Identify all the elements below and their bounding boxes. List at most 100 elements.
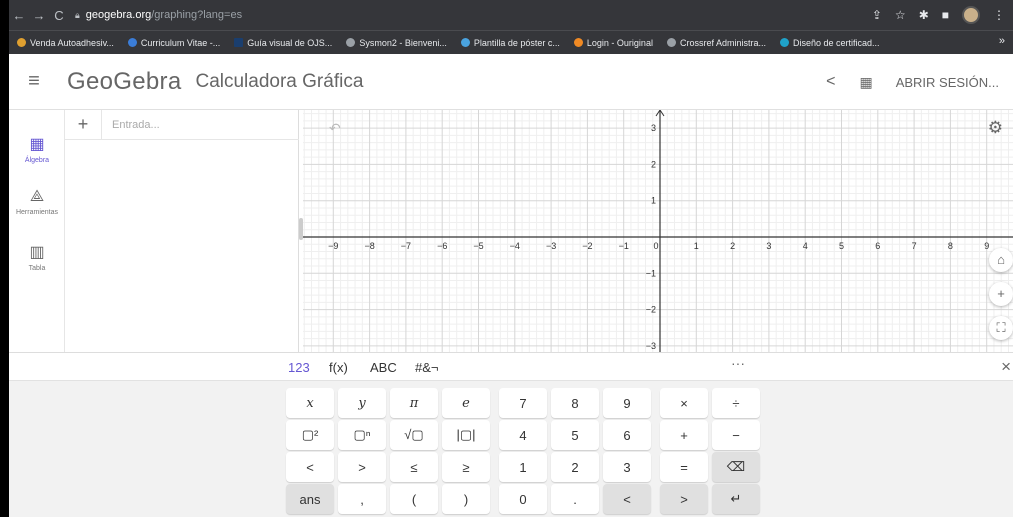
tab-functions[interactable]: f(x) [329, 360, 348, 375]
x-tick-label: 4 [803, 241, 808, 251]
url-host: geogebra.org [85, 9, 152, 21]
key-open-paren[interactable]: ( [390, 484, 438, 514]
x-tick-label: −4 [510, 241, 520, 251]
bookmark-item[interactable]: Guía visual de OJS... [234, 38, 332, 48]
gear-icon[interactable]: ⚙ [988, 118, 1003, 138]
key-right-arrow[interactable]: > [660, 484, 708, 514]
key-8[interactable]: 8 [551, 388, 599, 418]
tab-search-icon[interactable]: ■ [942, 8, 949, 22]
key-ans[interactable]: ans [286, 484, 334, 514]
bookmark-favicon-icon [666, 38, 676, 47]
share-page-icon[interactable]: ⇪ [872, 8, 882, 22]
key-divide[interactable]: ÷ [712, 388, 760, 418]
key-enter[interactable]: ↵ [712, 484, 760, 514]
key-6[interactable]: 6 [603, 420, 651, 450]
hamburger-icon[interactable]: ≡ [9, 70, 59, 93]
key-9[interactable]: 9 [603, 388, 651, 418]
bookmark-item[interactable]: Sysmon2 - Bienveni... [346, 38, 447, 48]
key-equals[interactable]: = [660, 452, 708, 482]
tools-icon: ⟁ [29, 188, 45, 205]
algebra-input-row: + [65, 109, 299, 140]
tab-letters[interactable]: ABC [370, 360, 397, 375]
home-icon[interactable]: ⌂ [989, 248, 1013, 272]
key-comma[interactable]: , [338, 484, 386, 514]
x-tick-label: 5 [839, 241, 844, 251]
key-y[interactable]: y [338, 388, 386, 418]
key-x[interactable]: x [286, 388, 334, 418]
back-icon[interactable]: ← [9, 8, 29, 23]
key-pi[interactable]: π [390, 388, 438, 418]
apps-grid-icon[interactable]: ▦ [859, 74, 872, 91]
key-4[interactable]: 4 [499, 420, 547, 450]
key-minus[interactable]: − [712, 420, 760, 450]
key-square[interactable]: ▢² [286, 420, 334, 450]
key-e[interactable]: e [442, 388, 490, 418]
y-tick-label: −3 [646, 341, 656, 351]
close-icon[interactable]: × [1001, 357, 1011, 377]
key-greater-equal[interactable]: ≥ [442, 452, 490, 482]
key-abs[interactable]: |▢| [442, 420, 490, 450]
tab-symbols[interactable]: #&¬ [415, 360, 439, 375]
key-left-arrow[interactable]: < [603, 484, 651, 514]
fullscreen-icon[interactable]: ⛶ [989, 316, 1013, 340]
browser-menu-icon[interactable]: ⋮ [993, 8, 1005, 22]
key-plus[interactable]: + [660, 420, 708, 450]
bookmark-favicon-icon [17, 38, 26, 47]
bookmark-star-icon[interactable]: ☆ [895, 8, 906, 22]
forward-icon[interactable]: → [29, 8, 49, 23]
key-0[interactable]: 0 [499, 484, 547, 514]
x-tick-label: 0 [653, 241, 658, 251]
x-tick-label: −1 [619, 241, 629, 251]
extensions-icon[interactable]: ✱ [919, 8, 929, 22]
zoom-in-icon[interactable]: + [989, 282, 1013, 306]
share-icon[interactable]: < [826, 73, 835, 91]
key-less[interactable]: < [286, 452, 334, 482]
bookmark-item[interactable]: Curriculum Vitae -... [127, 38, 220, 48]
app-title: Calculadora Gráfica [195, 70, 364, 92]
add-button[interactable]: + [65, 114, 101, 135]
key-backspace[interactable]: ⌫ [712, 452, 760, 482]
reload-icon[interactable]: C [49, 8, 69, 23]
key-less-equal[interactable]: ≤ [390, 452, 438, 482]
key-greater[interactable]: > [338, 452, 386, 482]
y-tick-label: 3 [651, 123, 656, 133]
bookmark-item[interactable]: Diseño de certificad... [779, 38, 880, 48]
calculator-icon: ▦ [29, 136, 45, 153]
key-2[interactable]: 2 [551, 452, 599, 482]
graphics-view[interactable]: −9 −8 −7 −6 −5 −4 −3 −2 −1 0 1 2 3 4 5 6 7 8 9 3 2 1 −1 −2 −3 ↶ … [303, 110, 1013, 352]
bookmark-favicon-icon [779, 38, 789, 47]
bookmarks-more-button[interactable]: » [999, 35, 1005, 47]
bookmark-favicon-icon [127, 38, 137, 47]
sidebar-item-tools[interactable]: ⟁ Herramientas [9, 188, 65, 216]
geogebra-logo: GeoGebra [67, 67, 182, 95]
sidebar-item-algebra[interactable]: ▦ Álgebra [9, 134, 65, 164]
tab-numbers[interactable]: 123 [288, 360, 310, 375]
key-sqrt[interactable]: √▢ [390, 420, 438, 450]
x-tick-label: −3 [546, 241, 556, 251]
url-path: /graphing?lang=es [151, 9, 243, 21]
key-7[interactable]: 7 [499, 388, 547, 418]
table-icon: ▥ [29, 244, 45, 261]
more-icon[interactable]: ··· [731, 355, 745, 371]
address-bar[interactable]: 🔒︎ geogebra.org /graphing?lang=es [75, 9, 242, 21]
key-multiply[interactable]: × [660, 388, 708, 418]
x-tick-label: 1 [694, 241, 699, 251]
bookmark-item[interactable]: Login - Ouriginal [573, 38, 653, 48]
key-1[interactable]: 1 [499, 452, 547, 482]
bookmark-item[interactable]: Crossref Administra... [666, 38, 766, 48]
profile-avatar[interactable] [962, 6, 980, 24]
graph-canvas[interactable]: −9 −8 −7 −6 −5 −4 −3 −2 −1 0 1 2 3 4 5 6 7 8 9 3 2 1 −1 −2 −3 [303, 110, 1013, 352]
bookmark-item[interactable]: Plantilla de póster c... [460, 38, 560, 48]
key-5[interactable]: 5 [551, 420, 599, 450]
x-tick-label: 7 [912, 241, 917, 251]
algebra-input[interactable] [112, 118, 292, 131]
undo-icon[interactable]: ↶ [329, 120, 341, 137]
sidebar-item-table[interactable]: ▥ Tabla [9, 242, 65, 272]
key-power[interactable]: ▢ⁿ [338, 420, 386, 450]
key-3[interactable]: 3 [603, 452, 651, 482]
key-decimal[interactable]: . [551, 484, 599, 514]
algebra-panel: + [65, 109, 299, 352]
key-close-paren[interactable]: ) [442, 484, 490, 514]
signin-button[interactable]: ABRIR SESIÓN... [896, 75, 999, 90]
bookmark-item[interactable]: Venda Autoadhesiv... [17, 38, 114, 48]
